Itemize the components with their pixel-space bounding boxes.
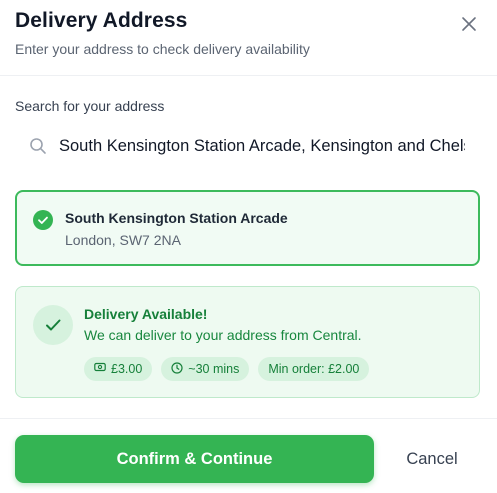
fee-value: £3.00 <box>111 362 143 376</box>
dialog-header: Delivery Address Enter your address to c… <box>0 0 497 76</box>
time-badge: ~30 mins <box>161 357 250 381</box>
search-field[interactable] <box>15 124 470 168</box>
fee-badge: £3.00 <box>84 357 153 381</box>
search-input[interactable] <box>59 132 465 160</box>
availability-message: We can deliver to your address from Cent… <box>84 327 362 343</box>
footer-divider <box>0 418 497 419</box>
time-value: ~30 mins <box>188 362 240 376</box>
dialog-subtitle: Enter your address to check delivery ava… <box>15 41 310 57</box>
min-order-value: Min order: £2.00 <box>268 362 360 376</box>
selected-address-name: South Kensington Station Arcade <box>65 210 288 226</box>
search-label: Search for your address <box>15 98 165 114</box>
close-icon[interactable] <box>458 13 480 35</box>
confirm-continue-button[interactable]: Confirm & Continue <box>15 435 374 483</box>
selected-address-detail: London, SW7 2NA <box>65 232 181 248</box>
availability-badges: £3.00 ~30 mins Min order: £2.00 <box>84 357 370 381</box>
availability-title: Delivery Available! <box>84 306 208 322</box>
dialog-title: Delivery Address <box>15 9 188 32</box>
cancel-button[interactable]: Cancel <box>388 435 476 483</box>
clock-icon <box>171 361 183 377</box>
check-icon <box>33 305 73 345</box>
min-order-badge: Min order: £2.00 <box>258 357 370 381</box>
selected-address-card[interactable]: South Kensington Station Arcade London, … <box>15 190 480 266</box>
search-icon <box>29 137 47 155</box>
check-circle-icon <box>33 210 53 230</box>
delivery-availability-panel: Delivery Available! We can deliver to yo… <box>15 286 480 398</box>
delivery-truck-icon <box>94 362 106 376</box>
